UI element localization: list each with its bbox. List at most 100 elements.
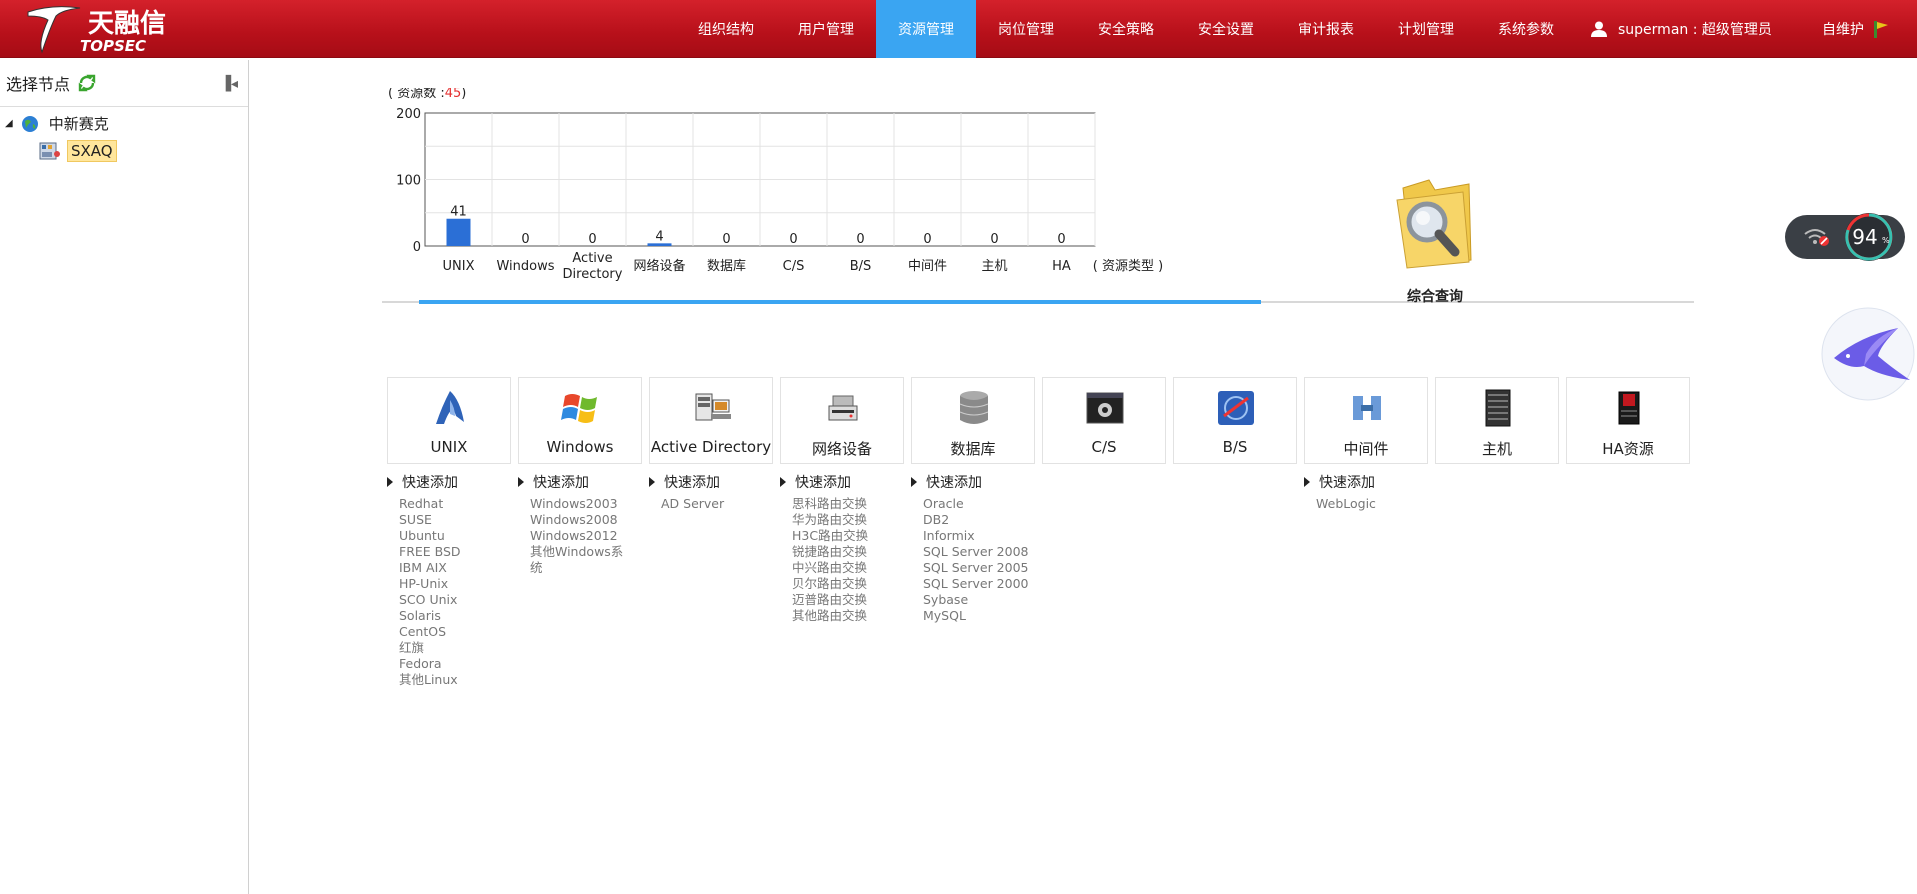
nav-security-settings[interactable]: 安全设置 [1176, 0, 1276, 58]
exit-icon [1874, 21, 1888, 38]
nav-plan-management[interactable]: 计划管理 [1376, 0, 1476, 58]
quick-add-database[interactable]: 快速添加 [911, 472, 982, 492]
network-device-type-list: 思科路由交换 华为路由交换 H3C路由交换 锐捷路由交换 中兴路由交换 贝尔路由… [792, 496, 910, 624]
resource-card-ha[interactable]: HA资源 [1566, 377, 1690, 464]
list-item[interactable]: 红旗 [399, 640, 517, 656]
list-item[interactable]: Windows2003 [530, 496, 630, 512]
list-item[interactable]: Solaris [399, 608, 517, 624]
card-label: 网络设备 [811, 440, 872, 458]
gauge-unit: % [1882, 236, 1890, 245]
middleware-type-list: WebLogic [1316, 496, 1434, 512]
refresh-icon[interactable] [78, 74, 96, 92]
resource-card-database[interactable]: 数据库 [911, 377, 1035, 464]
card-label: 数据库 [950, 440, 996, 458]
nav-security-policy[interactable]: 安全策略 [1076, 0, 1176, 58]
list-item[interactable]: IBM AIX [399, 560, 517, 576]
list-item[interactable]: SQL Server 2000 [923, 576, 1041, 592]
list-item[interactable]: Informix [923, 528, 1041, 544]
list-item[interactable]: 思科路由交换 [792, 496, 910, 512]
list-item[interactable]: AD Server [661, 496, 779, 512]
list-item[interactable]: HP-Unix [399, 576, 517, 592]
nav-audit-report[interactable]: 审计报表 [1276, 0, 1376, 58]
comprehensive-query-label: 综合查询 [1407, 289, 1463, 305]
sidebar-title: 选择节点 [6, 75, 71, 94]
hummingbird-assistant-icon[interactable] [1820, 306, 1916, 402]
x-axis-label: ( 资源类型 ) [1093, 259, 1163, 274]
self-maintain-button[interactable]: 自维护 [1822, 0, 1892, 58]
list-item[interactable]: Oracle [923, 496, 1041, 512]
caption-prefix: ( 资源数 : [388, 88, 445, 101]
resource-count-chart: ( 资源数 :45) 0 100 200 41 UNIX 0 Windows 0 Active Di… [388, 88, 1163, 282]
list-item[interactable]: Ubuntu [399, 528, 517, 544]
tree-node-sxaq[interactable]: SXAQ [39, 140, 117, 162]
list-item[interactable]: 华为路由交换 [792, 512, 910, 528]
sidebar-header: 选择节点 ▐◂ [0, 60, 248, 107]
list-item[interactable]: Windows2012 [530, 528, 630, 544]
list-item[interactable]: CentOS [399, 624, 517, 640]
comprehensive-query-button[interactable]: 综合查询 [1380, 170, 1490, 306]
nav-system-params[interactable]: 系统参数 [1476, 0, 1576, 58]
self-maintain-label: 自维护 [1822, 22, 1864, 38]
list-item[interactable]: SUSE [399, 512, 517, 528]
resource-card-windows[interactable]: Windows [518, 377, 642, 464]
list-item[interactable]: WebLogic [1316, 496, 1434, 512]
x-tick-label: 网络设备 [633, 258, 685, 274]
resource-card-middleware[interactable]: 中间件 [1304, 377, 1428, 464]
resource-card-network-device[interactable]: 网络设备 [780, 377, 904, 464]
nav-resource-management[interactable]: 资源管理 [876, 0, 976, 58]
card-label: HA资源 [1602, 440, 1654, 458]
top-header: 天融信 TOPSEC 组织结构 用户管理 资源管理 岗位管理 安全策略 安全设置… [0, 0, 1917, 58]
resource-card-active-directory[interactable]: Active Directory [649, 377, 773, 464]
list-item[interactable]: MySQL [923, 608, 1041, 624]
x-tick-label: Windows [496, 259, 554, 274]
quick-add-middleware[interactable]: 快速添加 [1304, 472, 1375, 492]
network-device-icon [828, 395, 858, 421]
network-monitor-widget[interactable]: 94 % [1785, 213, 1905, 261]
x-tick-label: Active Directory [563, 251, 623, 282]
resource-card-cs[interactable]: C/S [1042, 377, 1166, 464]
quick-add-unix[interactable]: 快速添加 [387, 472, 458, 492]
list-item[interactable]: 锐捷路由交换 [792, 544, 910, 560]
list-item[interactable]: H3C路由交换 [792, 528, 910, 544]
nav-org-structure[interactable]: 组织结构 [676, 0, 776, 58]
resource-card-unix[interactable]: UNIX [387, 377, 511, 464]
tree-expand-icon[interactable]: ◢ [5, 118, 13, 129]
bar-value-label: 0 [923, 232, 931, 247]
resource-card-bs[interactable]: B/S [1173, 377, 1297, 464]
quick-add-windows[interactable]: 快速添加 [518, 472, 589, 492]
topsec-logo: 天融信 TOPSEC [22, 2, 197, 56]
quick-add-active-directory[interactable]: 快速添加 [649, 472, 720, 492]
list-item[interactable]: FREE BSD [399, 544, 517, 560]
tree-node-root[interactable]: ◢ 中新赛克 [5, 113, 109, 134]
list-item[interactable]: SCO Unix [399, 592, 517, 608]
list-item[interactable]: 其他Linux [399, 672, 517, 688]
list-item[interactable]: SQL Server 2005 [923, 560, 1041, 576]
quick-add-network-device[interactable]: 快速添加 [780, 472, 851, 492]
list-item[interactable]: 其他路由交换 [792, 608, 910, 624]
gauge-percent: 94 [1852, 225, 1877, 249]
current-user[interactable]: superman : 超级管理员 [1590, 0, 1772, 58]
x-tick-label: C/S [783, 259, 805, 274]
x-tick-label: 主机 [981, 259, 1007, 274]
caret-right-icon [911, 477, 917, 487]
list-item[interactable]: SQL Server 2008 [923, 544, 1041, 560]
list-item[interactable]: DB2 [923, 512, 1041, 528]
nav-user-management[interactable]: 用户管理 [776, 0, 876, 58]
list-item[interactable]: 贝尔路由交换 [792, 576, 910, 592]
active-directory-icon [695, 393, 731, 421]
list-item[interactable]: Sybase [923, 592, 1041, 608]
list-item[interactable]: Redhat [399, 496, 517, 512]
x-tick-label: 中间件 [908, 259, 947, 274]
bar-value-label: 0 [990, 232, 998, 247]
logo-cn-text: 天融信 [88, 9, 166, 39]
list-item[interactable]: 迈普路由交换 [792, 592, 910, 608]
nav-post-management[interactable]: 岗位管理 [976, 0, 1076, 58]
chart-bar[interactable] [446, 218, 471, 246]
list-item[interactable]: 中兴路由交换 [792, 560, 910, 576]
list-item[interactable]: 其他Windows系统 [530, 544, 630, 576]
list-item[interactable]: Windows2008 [530, 512, 630, 528]
collapse-sidebar-icon[interactable]: ▐◂ [220, 76, 238, 92]
unix-icon [436, 391, 464, 424]
list-item[interactable]: Fedora [399, 656, 517, 672]
resource-card-host[interactable]: 主机 [1435, 377, 1559, 464]
